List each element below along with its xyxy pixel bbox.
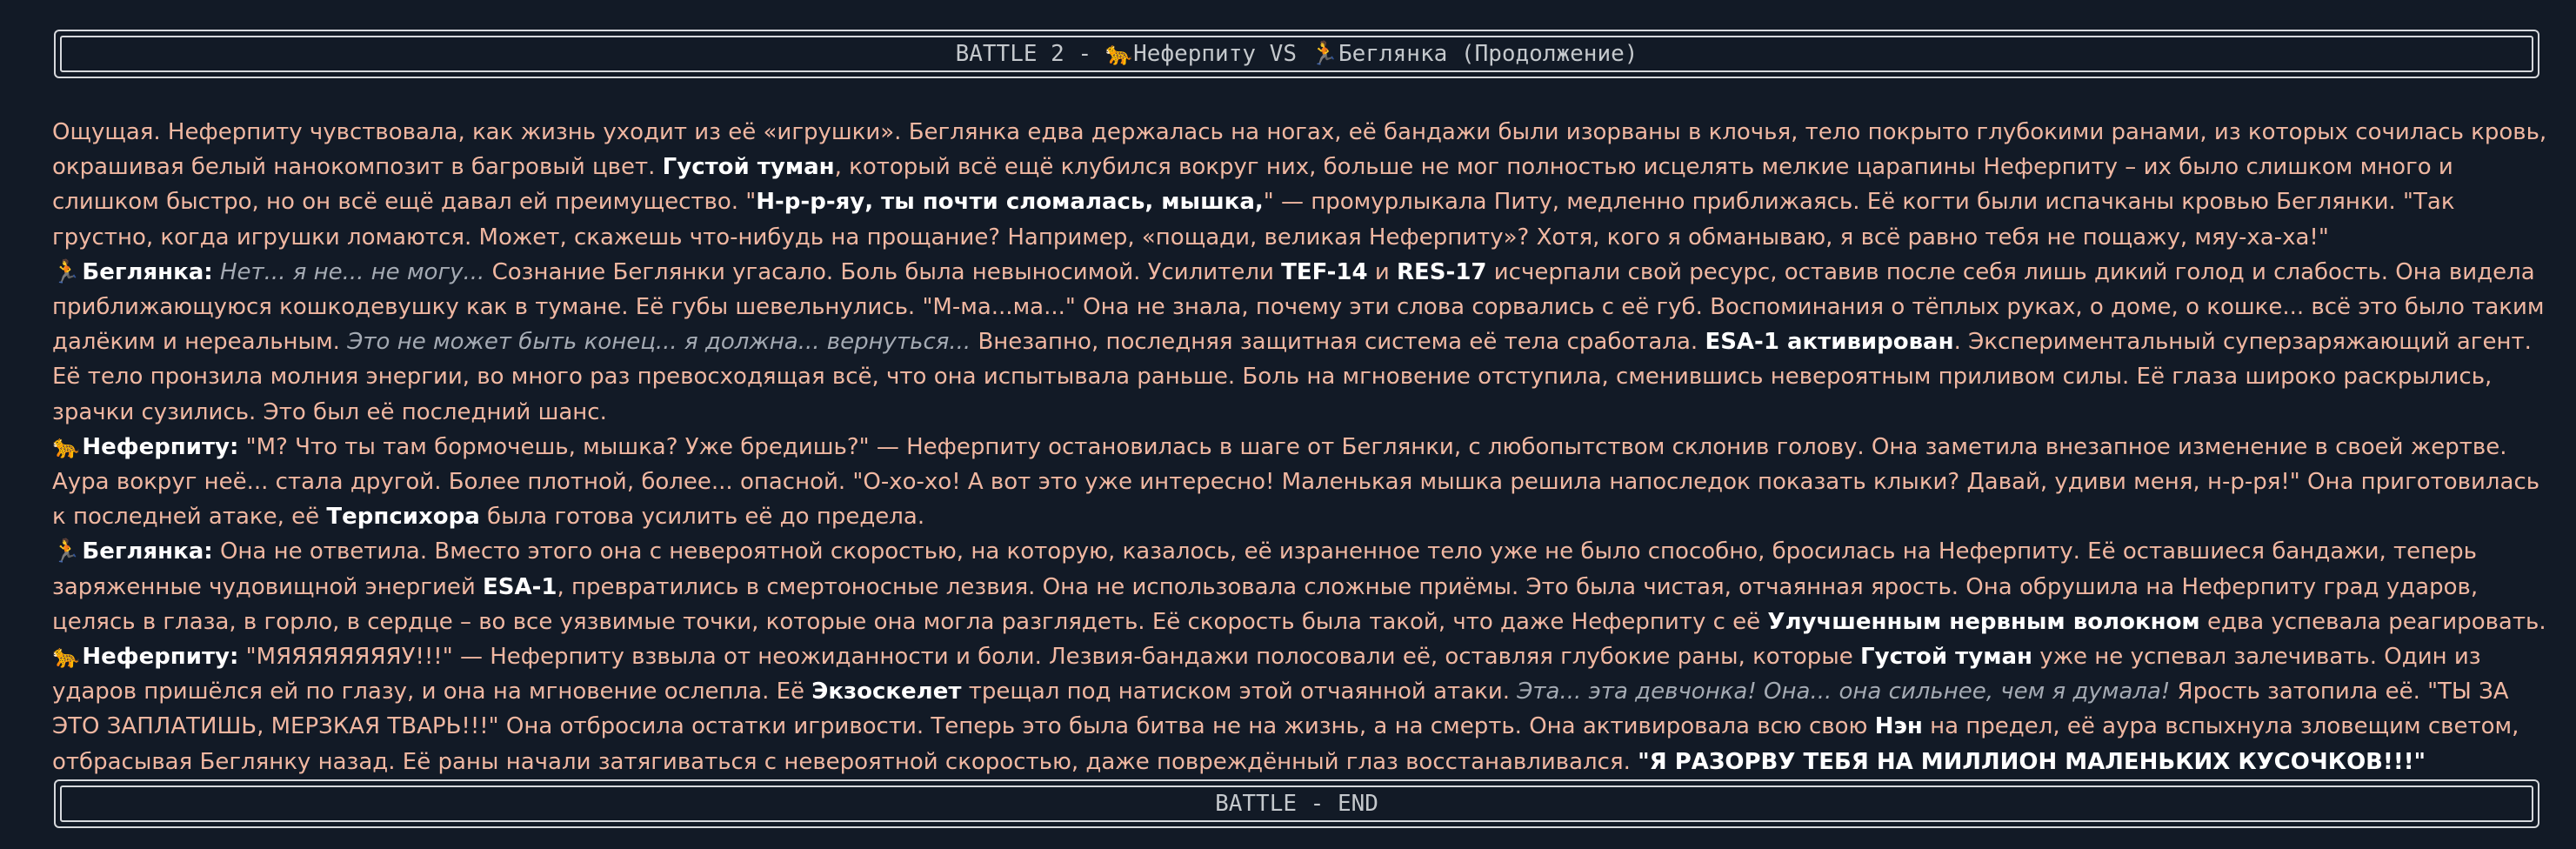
narration-text: "МЯЯЯЯЯЯЯЯУ!!!" — Неферпиту взвыла от не… <box>238 644 1861 671</box>
cheetah-icon: 🐆 <box>52 433 81 460</box>
battle-header-title: BATTLE 2 - 🐆Неферпиту VS 🏃Беглянка (Прод… <box>956 41 1638 67</box>
versus-label: VS <box>1256 41 1311 67</box>
narration-text: едва успевала реагировать. <box>2199 608 2546 635</box>
cheetah-icon: 🐆 <box>1104 41 1134 67</box>
narration-text: трещал под натиском этой отчаянной атаки… <box>961 679 1518 705</box>
fighter-b-name: Беглянка <box>1338 41 1448 67</box>
narration-text: и <box>1367 258 1398 285</box>
battle-footer-title: BATTLE - END <box>1215 791 1378 817</box>
speaker-name: Беглянка: <box>82 538 213 565</box>
story-paragraph: 🐆Неферпиту: "МЯЯЯЯЯЯЯЯУ!!!" — Неферпиту … <box>52 639 2548 779</box>
thought-text: Эта... эта девчонка! Она... она сильнее,… <box>1517 679 2171 705</box>
story-paragraph: Ощущая. Неферпиту чувствовала, как жизнь… <box>52 115 2548 255</box>
fighter-a-name: Неферпиту <box>1133 41 1257 67</box>
ability-name: Густой туман <box>1860 644 2032 671</box>
ability-name: ESA-1 активирован <box>1705 329 1954 356</box>
speaker-name: Неферпиту: <box>82 433 239 460</box>
speaker-name: Беглянка: <box>82 258 213 285</box>
ability-name: ESA-1 <box>483 573 557 600</box>
ability-name: Нэн <box>1874 713 1923 740</box>
runner-icon: 🏃 <box>52 258 81 285</box>
story-paragraph: 🐆Неферпиту: "М? Что ты там бормочешь, мы… <box>52 430 2548 535</box>
ability-name: Улучшенным нервным волокном <box>1767 608 2200 635</box>
thought-text: Нет... я не... не могу... <box>212 258 485 285</box>
ability-name: TEF-14 <box>1281 258 1368 285</box>
ability-name: RES-17 <box>1397 258 1487 285</box>
narration-text: Сознание Беглянки угасало. Боль была нев… <box>484 258 1282 285</box>
dialogue-emphasis: Н-р-р-яу, ты почти сломалась, мышка, <box>756 189 1264 216</box>
ability-name: Терпсихора <box>326 504 480 531</box>
thought-text: Это не может быть конец... я должна... в… <box>347 329 971 356</box>
header-prefix: BATTLE 2 - <box>955 41 1105 67</box>
cheetah-icon: 🐆 <box>52 644 81 671</box>
battle-story: Ощущая. Неферпиту чувствовала, как жизнь… <box>52 115 2548 779</box>
runner-icon: 🏃 <box>52 538 81 565</box>
header-suffix: (Продолжение) <box>1447 41 1638 67</box>
battle-header: BATTLE 2 - 🐆Неферпиту VS 🏃Беглянка (Прод… <box>54 30 2539 78</box>
narration-text: была готова усилить её до предела. <box>479 504 925 531</box>
runner-icon: 🏃 <box>1310 41 1339 67</box>
ability-name: Густой туман <box>662 154 835 181</box>
dialogue-emphasis: "Я РАЗОРВУ ТЕБЯ НА МИЛЛИОН МАЛЕНЬКИХ КУС… <box>1638 748 2426 775</box>
story-paragraph: 🏃Беглянка: Нет... я не... не могу... Соз… <box>52 255 2548 430</box>
speaker-name: Неферпиту: <box>82 644 239 671</box>
narration-text: Внезапно, последняя защитная система её … <box>971 329 1705 356</box>
story-paragraph: 🏃Беглянка: Она не ответила. Вместо этого… <box>52 534 2548 639</box>
ability-name: Экзоскелет <box>811 679 962 705</box>
battle-footer: BATTLE - END <box>54 779 2539 828</box>
